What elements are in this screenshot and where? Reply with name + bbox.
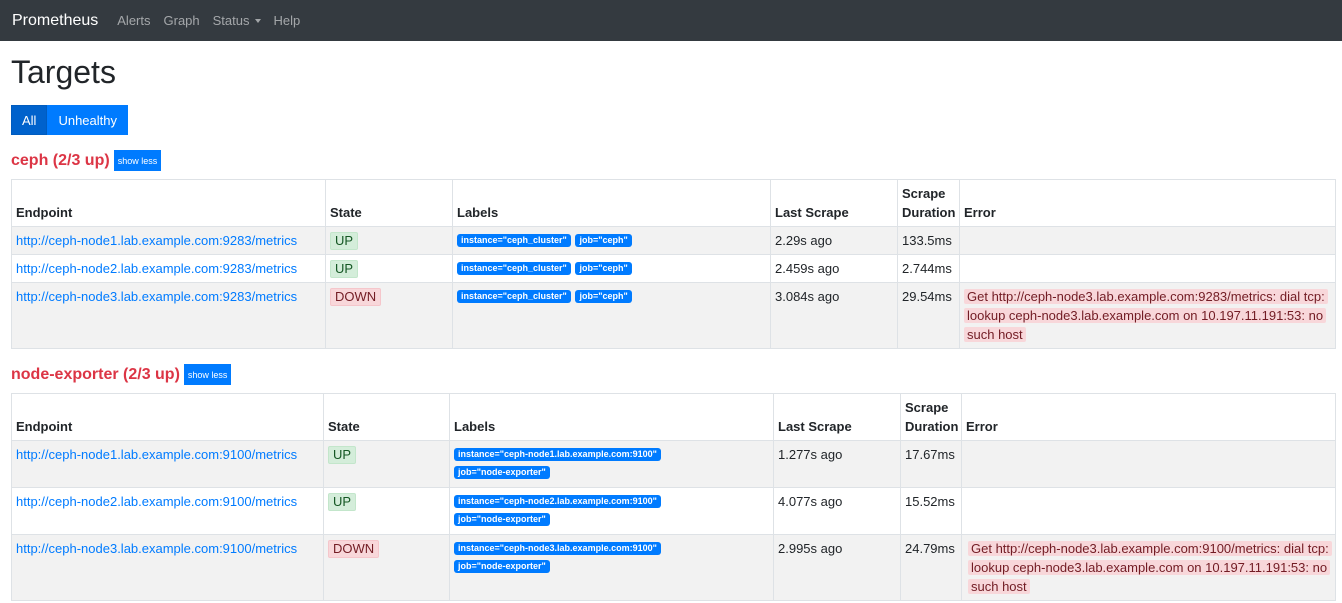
label-badge: instance="ceph-node2.lab.example.com:910… (454, 495, 661, 509)
job-header-ceph: ceph (2/3 up) show less (11, 148, 1334, 173)
targets-table-node-exporter: Endpoint State Labels Last Scrape Scrape… (11, 393, 1336, 601)
error-message: Get http://ceph-node3.lab.example.com:91… (968, 541, 1332, 594)
nav-help-link[interactable]: Help (274, 13, 301, 28)
last-scrape-cell: 1.277s ago (773, 440, 901, 488)
label-badge: job="node-exporter" (454, 560, 550, 574)
table-header-row: Endpoint State Labels Last Scrape Scrape… (11, 393, 1336, 441)
error-cell (959, 254, 1336, 283)
endpoint-link[interactable]: http://ceph-node1.lab.example.com:9100/m… (16, 447, 297, 462)
status-badge: DOWN (330, 288, 382, 306)
nav-status-dropdown[interactable]: Status (213, 13, 261, 28)
status-badge: UP (328, 446, 357, 464)
endpoint-link[interactable]: http://ceph-node3.lab.example.com:9100/m… (16, 541, 297, 556)
error-cell (961, 487, 1336, 535)
show-less-button-node-exporter[interactable]: show less (183, 364, 232, 385)
last-scrape-cell: 2.995s ago (773, 534, 901, 601)
col-header-labels: Labels (449, 393, 774, 441)
col-header-labels: Labels (452, 179, 771, 227)
duration-cell: 29.54ms (897, 282, 960, 349)
duration-cell: 2.744ms (897, 254, 960, 283)
label-badge: instance="ceph-node1.lab.example.com:910… (454, 448, 661, 462)
nav-status-label: Status (212, 13, 250, 28)
table-row: http://ceph-node3.lab.example.com:9283/m… (11, 282, 1336, 349)
top-navbar: Prometheus Alerts Graph Status Help (0, 0, 1342, 41)
label-badge: instance="ceph-node3.lab.example.com:910… (454, 542, 661, 556)
col-header-scrape-duration: Scrape Duration (900, 393, 962, 441)
label-badge: job="ceph" (575, 262, 632, 276)
duration-cell: 133.5ms (897, 226, 960, 255)
col-header-state: State (325, 179, 453, 227)
status-badge: UP (328, 493, 357, 511)
col-header-last-scrape: Last Scrape (770, 179, 898, 227)
brand-logo-link[interactable]: Prometheus (12, 12, 98, 30)
col-header-last-scrape: Last Scrape (773, 393, 901, 441)
table-row: http://ceph-node1.lab.example.com:9100/m… (11, 440, 1336, 488)
error-cell: Get http://ceph-node3.lab.example.com:92… (959, 282, 1336, 349)
error-message: Get http://ceph-node3.lab.example.com:92… (964, 289, 1328, 342)
col-header-error: Error (961, 393, 1336, 441)
label-badge: job="ceph" (575, 234, 632, 248)
endpoint-link[interactable]: http://ceph-node3.lab.example.com:9283/m… (16, 289, 297, 304)
error-cell: Get http://ceph-node3.lab.example.com:91… (961, 534, 1336, 601)
table-row: http://ceph-node3.lab.example.com:9100/m… (11, 534, 1336, 601)
filter-unhealthy-button[interactable]: Unhealthy (47, 105, 128, 135)
last-scrape-cell: 3.084s ago (770, 282, 898, 349)
duration-cell: 24.79ms (900, 534, 962, 601)
label-badge: instance="ceph_cluster" (457, 290, 571, 304)
label-badge: instance="ceph_cluster" (457, 234, 571, 248)
table-row: http://ceph-node2.lab.example.com:9283/m… (11, 254, 1336, 283)
endpoint-link[interactable]: http://ceph-node2.lab.example.com:9283/m… (16, 261, 297, 276)
label-badge: job="ceph" (575, 290, 632, 304)
status-badge: UP (330, 232, 359, 250)
job-title-node-exporter[interactable]: node-exporter (2/3 up) (11, 366, 180, 384)
nav-graph-link[interactable]: Graph (164, 13, 200, 28)
col-header-state: State (323, 393, 450, 441)
label-badge: instance="ceph_cluster" (457, 262, 571, 276)
col-header-endpoint: Endpoint (11, 179, 326, 227)
show-less-button-ceph[interactable]: show less (113, 150, 162, 171)
main-content: Targets All Unhealthy ceph (2/3 up) show… (0, 55, 1342, 601)
last-scrape-cell: 2.459s ago (770, 254, 898, 283)
job-title-ceph[interactable]: ceph (2/3 up) (11, 152, 110, 170)
status-badge: DOWN (328, 540, 380, 558)
nav-alerts-link[interactable]: Alerts (117, 13, 150, 28)
status-badge: UP (330, 260, 359, 278)
label-badge: job="node-exporter" (454, 466, 550, 480)
col-header-scrape-duration: Scrape Duration (897, 179, 960, 227)
target-filter-group: All Unhealthy (11, 105, 1334, 135)
col-header-endpoint: Endpoint (11, 393, 324, 441)
duration-cell: 17.67ms (900, 440, 962, 488)
page-title: Targets (11, 54, 116, 90)
table-row: http://ceph-node2.lab.example.com:9100/m… (11, 487, 1336, 535)
table-header-row: Endpoint State Labels Last Scrape Scrape… (11, 179, 1336, 227)
filter-all-button[interactable]: All (11, 105, 48, 135)
error-cell (961, 440, 1336, 488)
endpoint-link[interactable]: http://ceph-node1.lab.example.com:9283/m… (16, 233, 297, 248)
table-row: http://ceph-node1.lab.example.com:9283/m… (11, 226, 1336, 255)
job-header-node-exporter: node-exporter (2/3 up) show less (11, 362, 1334, 387)
label-badge: job="node-exporter" (454, 513, 550, 527)
targets-table-ceph: Endpoint State Labels Last Scrape Scrape… (11, 179, 1336, 349)
col-header-error: Error (959, 179, 1336, 227)
endpoint-link[interactable]: http://ceph-node2.lab.example.com:9100/m… (16, 494, 297, 509)
last-scrape-cell: 2.29s ago (770, 226, 898, 255)
last-scrape-cell: 4.077s ago (773, 487, 901, 535)
duration-cell: 15.52ms (900, 487, 962, 535)
chevron-down-icon (254, 18, 261, 23)
error-cell (959, 226, 1336, 255)
